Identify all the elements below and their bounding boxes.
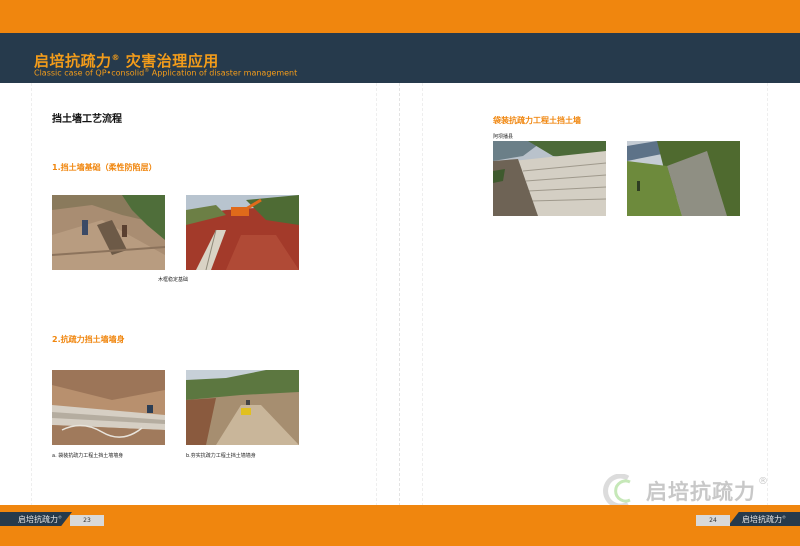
page-number-left: 23 [70,515,104,526]
photo-bagged-wall-site-2 [627,141,740,216]
page-heading: 挡土墙工艺流程 [52,114,122,125]
margin-guide [376,83,377,506]
photo-foundation-excavator [186,195,299,270]
footer-band [0,505,800,546]
page-fold [399,83,400,506]
margin-guide [767,83,768,506]
photo-compacted-wall-body [186,370,299,445]
location-caption: 阿坝播县 [493,134,514,140]
brand-watermark: 启培抗疏力 ® [600,474,768,508]
photo-foundation-excavation [52,195,165,270]
photo-caption: a. 袋装抗疏力工程土挡土墙墙身 [52,453,124,459]
footer-brand-right: 启培抗疏力® [742,514,786,524]
section-title-foundation: 1.挡土墙基础（柔性防陷层） [52,163,157,172]
photo-caption: b.夯实抗疏力工程土挡土墙墙身 [186,453,256,459]
section-title-bagged-wall: 袋装抗疏力工程土挡土墙 [493,116,581,125]
brand-logo-icon [603,474,631,508]
margin-guide [422,83,423,506]
footer-brand-left: 启培抗疏力® [18,514,62,524]
photo-bagged-wall-body [52,370,165,445]
photo-caption: 木框稳定基础 [158,277,189,283]
header-subtitle: Classic case of QP•consolid® Application… [34,68,298,78]
page-number-right: 24 [696,515,730,526]
margin-guide [31,83,32,506]
watermark-reg: ® [758,476,768,487]
watermark-text: 启培抗疏力 [646,480,756,504]
top-orange-band [0,0,800,33]
section-title-wall-body: 2.抗疏力挡土墙墙身 [52,335,125,344]
photo-bagged-wall-site-1 [493,141,606,216]
